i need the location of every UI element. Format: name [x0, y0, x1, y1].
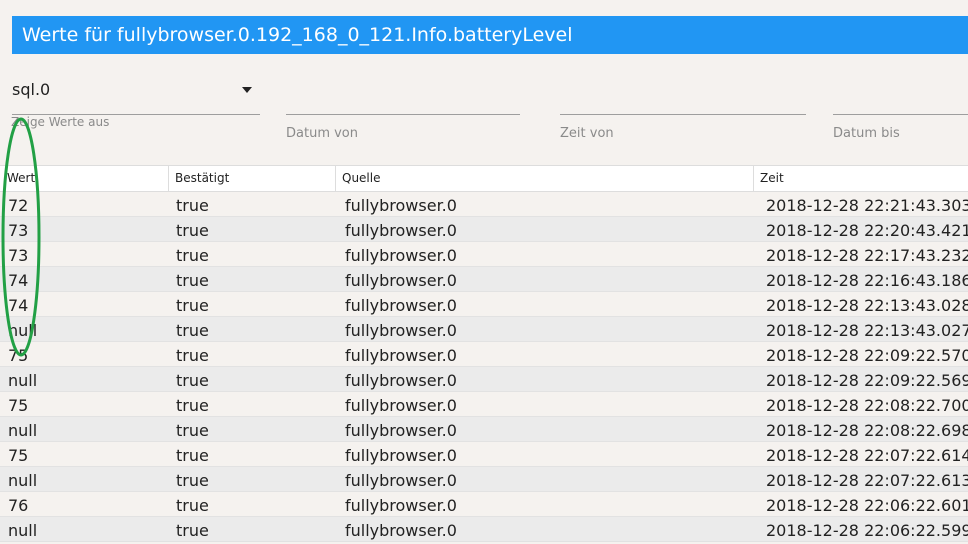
cell-quelle: fullybrowser.0 — [345, 421, 457, 440]
instance-select[interactable]: sql.0 — [12, 72, 260, 115]
instance-select-value: sql.0 — [12, 80, 51, 99]
table-row[interactable]: null true fullybrowser.0 2018-12-28 22:08:2… — [0, 417, 968, 442]
cell-bestaetigt: true — [176, 246, 209, 265]
cell-wert: 72 — [8, 196, 29, 215]
table-row[interactable]: 73 true fullybrowser.0 2018-12-28 22:20:43.… — [0, 217, 968, 242]
cell-wert: 73 — [8, 221, 29, 240]
table-row[interactable]: null true fullybrowser.0 2018-12-28 22:09:2… — [0, 367, 968, 392]
cell-zeit: 2018-12-28 22:08:22.698 — [766, 421, 968, 440]
cell-quelle: fullybrowser.0 — [345, 396, 457, 415]
cell-bestaetigt: true — [176, 471, 209, 490]
cell-wert: 73 — [8, 246, 29, 265]
header-quelle[interactable]: Quelle — [335, 166, 753, 191]
table-row[interactable]: 73 true fullybrowser.0 2018-12-28 22:17:43.… — [0, 242, 968, 267]
table-row[interactable]: 75 true fullybrowser.0 2018-12-28 22:09:22.… — [0, 342, 968, 367]
cell-bestaetigt: true — [176, 271, 209, 290]
cell-zeit: 2018-12-28 22:17:43.232 — [766, 246, 968, 265]
dropdown-arrow-icon[interactable] — [242, 87, 252, 93]
cell-zeit: 2018-12-28 22:21:43.303 — [766, 196, 968, 215]
header-wert[interactable]: Wert — [0, 166, 168, 191]
cell-zeit: 2018-12-28 22:08:22.700 — [766, 396, 968, 415]
history-table: Wert Bestätigt Quelle Zeit 72 true fullybr… — [0, 165, 968, 542]
cell-bestaetigt: true — [176, 296, 209, 315]
cell-zeit: 2018-12-28 22:13:43.028 — [766, 296, 968, 315]
table-row[interactable]: null true fullybrowser.0 2018-12-28 22:06:2… — [0, 517, 968, 542]
cell-wert: null — [8, 421, 38, 440]
cell-quelle: fullybrowser.0 — [345, 246, 457, 265]
table-row[interactable]: 74 true fullybrowser.0 2018-12-28 22:16:43.… — [0, 267, 968, 292]
cell-wert: 76 — [8, 496, 29, 515]
cell-bestaetigt: true — [176, 221, 209, 240]
cell-quelle: fullybrowser.0 — [345, 446, 457, 465]
table-row[interactable]: 75 true fullybrowser.0 2018-12-28 22:07:22.… — [0, 442, 968, 467]
table-row[interactable]: 75 true fullybrowser.0 2018-12-28 22:08:22.… — [0, 392, 968, 417]
cell-bestaetigt: true — [176, 446, 209, 465]
table-row[interactable]: null true fullybrowser.0 2018-12-28 22:07:2… — [0, 467, 968, 492]
cell-bestaetigt: true — [176, 396, 209, 415]
cell-zeit: 2018-12-28 22:07:22.613 — [766, 471, 968, 490]
cell-zeit: 2018-12-28 22:07:22.614 — [766, 446, 968, 465]
cell-wert: 75 — [8, 346, 29, 365]
cell-quelle: fullybrowser.0 — [345, 371, 457, 390]
cell-wert: 74 — [8, 271, 29, 290]
cell-wert: 74 — [8, 296, 29, 315]
cell-bestaetigt: true — [176, 196, 209, 215]
date-to-label: Datum bis — [833, 126, 900, 141]
cell-zeit: 2018-12-28 22:13:43.027 — [766, 321, 968, 340]
cell-quelle: fullybrowser.0 — [345, 196, 457, 215]
cell-quelle: fullybrowser.0 — [345, 321, 457, 340]
cell-wert: null — [8, 521, 38, 540]
cell-bestaetigt: true — [176, 421, 209, 440]
table-body: 72 true fullybrowser.0 2018-12-28 22:21:43.… — [0, 192, 968, 542]
cell-bestaetigt: true — [176, 346, 209, 365]
cell-wert: null — [8, 471, 38, 490]
table-header: Wert Bestätigt Quelle Zeit — [0, 165, 968, 192]
cell-zeit: 2018-12-28 22:20:43.421 — [766, 221, 968, 240]
header-zeit[interactable]: Zeit — [753, 166, 968, 191]
table-row[interactable]: 72 true fullybrowser.0 2018-12-28 22:21:43.… — [0, 192, 968, 217]
table-row[interactable]: 74 true fullybrowser.0 2018-12-28 22:13:43.… — [0, 292, 968, 317]
instance-select-helper: Zeige Werte aus — [11, 115, 110, 129]
cell-zeit: 2018-12-28 22:09:22.569 — [766, 371, 968, 390]
cell-quelle: fullybrowser.0 — [345, 221, 457, 240]
window-title: Werte für fullybrowser.0.192_168_0_121.I… — [12, 16, 968, 54]
cell-zeit: 2018-12-28 22:06:22.601 — [766, 496, 968, 515]
cell-wert: null — [8, 371, 38, 390]
time-from-label: Zeit von — [560, 126, 614, 141]
cell-zeit: 2018-12-28 22:16:43.186 — [766, 271, 968, 290]
cell-bestaetigt: true — [176, 371, 209, 390]
cell-quelle: fullybrowser.0 — [345, 296, 457, 315]
header-bestaetigt[interactable]: Bestätigt — [168, 166, 335, 191]
time-from-input[interactable] — [560, 72, 806, 115]
cell-zeit: 2018-12-28 22:09:22.570 — [766, 346, 968, 365]
date-to-input[interactable] — [833, 72, 968, 115]
table-row[interactable]: null true fullybrowser.0 2018-12-28 22:13:4… — [0, 317, 968, 342]
cell-quelle: fullybrowser.0 — [345, 471, 457, 490]
cell-wert: null — [8, 321, 38, 340]
cell-quelle: fullybrowser.0 — [345, 521, 457, 540]
date-from-input[interactable] — [286, 72, 520, 115]
cell-quelle: fullybrowser.0 — [345, 271, 457, 290]
cell-zeit: 2018-12-28 22:06:22.599 — [766, 521, 968, 540]
table-row[interactable]: 76 true fullybrowser.0 2018-12-28 22:06:22.… — [0, 492, 968, 517]
cell-quelle: fullybrowser.0 — [345, 346, 457, 365]
cell-quelle: fullybrowser.0 — [345, 496, 457, 515]
cell-bestaetigt: true — [176, 521, 209, 540]
cell-bestaetigt: true — [176, 496, 209, 515]
date-from-label: Datum von — [286, 126, 358, 141]
cell-bestaetigt: true — [176, 321, 209, 340]
cell-wert: 75 — [8, 446, 29, 465]
cell-wert: 75 — [8, 396, 29, 415]
